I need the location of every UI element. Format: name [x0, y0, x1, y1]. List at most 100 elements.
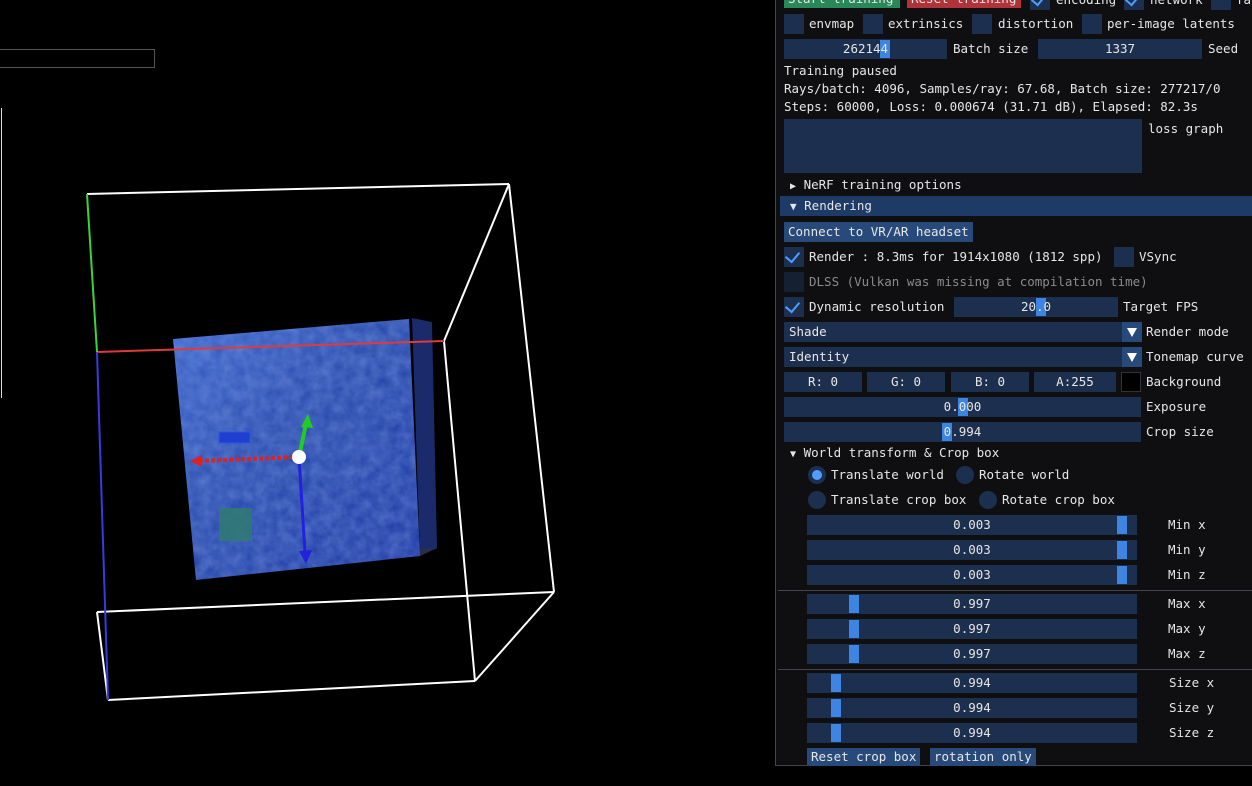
max-x-label: Max x: [1168, 596, 1206, 611]
batch-size-input[interactable]: 262144: [784, 39, 947, 59]
training-status: Training paused: [784, 63, 897, 78]
tonemap-dropdown-icon[interactable]: [1122, 347, 1142, 367]
settings-panel: Start training Reset training encoding n…: [775, 0, 1252, 766]
rotate-world-label: Rotate world: [979, 467, 1070, 482]
batch-size-label: Batch size: [953, 41, 1029, 56]
render-checkbox[interactable]: [784, 247, 804, 267]
per-image-latents-label: per-image latents: [1107, 16, 1235, 31]
reset-training-button[interactable]: Reset training: [907, 0, 1021, 8]
render-mode-combo[interactable]: Shade: [784, 322, 1122, 342]
network-checkbox[interactable]: [1124, 0, 1144, 10]
envmap-checkbox[interactable]: [784, 14, 804, 34]
render-info: Render : 8.3ms for 1914x1080 (1812 spp): [809, 249, 1103, 264]
target-fps-input[interactable]: 20.0: [954, 297, 1118, 317]
translate-crop-box-radio[interactable]: [808, 491, 826, 509]
background-r-input[interactable]: R: 0: [784, 372, 862, 392]
size-y-label: Size y: [1169, 700, 1215, 715]
render-mode-label: Render mode: [1146, 324, 1229, 339]
min-y-slider[interactable]: 0.003: [807, 540, 1137, 560]
background-g-input[interactable]: G: 0: [867, 372, 945, 392]
max-z-slider[interactable]: 0.997: [807, 644, 1137, 664]
batch-stats: Rays/batch: 4096, Samples/ray: 67.68, Ba…: [784, 81, 1221, 96]
min-x-label: Min x: [1168, 517, 1206, 532]
max-y-slider[interactable]: 0.997: [807, 619, 1137, 639]
network-label: network: [1150, 0, 1203, 8]
exposure-input[interactable]: 0.000: [784, 397, 1141, 417]
background-a-input[interactable]: A:255: [1034, 372, 1116, 392]
z-axis-line: [96, 351, 109, 701]
slider-grab[interactable]: [1117, 516, 1127, 534]
reset-crop-box-button[interactable]: Reset crop box: [807, 748, 921, 766]
tonemap-label: Tonemap curve: [1146, 349, 1244, 364]
dynamic-resolution-checkbox[interactable]: [784, 297, 804, 317]
max-z-label: Max z: [1168, 646, 1206, 661]
seed-input[interactable]: 1337: [1038, 39, 1202, 59]
slider-grab[interactable]: [831, 724, 841, 742]
distortion-label: distortion: [998, 16, 1074, 31]
rotate-crop-box-radio[interactable]: [979, 491, 997, 509]
scene-svg: [86, 183, 555, 701]
background-color-swatch[interactable]: [1121, 372, 1141, 392]
envmap-label: envmap: [809, 16, 855, 31]
size-x-label: Size x: [1169, 675, 1215, 690]
background-label: Background: [1146, 374, 1222, 389]
extrinsics-label: extrinsics: [888, 16, 964, 31]
vsync-checkbox[interactable]: [1114, 247, 1134, 267]
rendering-header[interactable]: ▼ Rendering: [780, 196, 1252, 216]
size-z-slider[interactable]: 0.994: [807, 723, 1137, 743]
vsync-label: VSync: [1139, 249, 1177, 264]
exposure-label: Exposure: [1146, 399, 1207, 414]
min-y-label: Min y: [1168, 542, 1206, 557]
encoding-label: encoding: [1056, 0, 1116, 8]
size-z-label: Size z: [1169, 725, 1215, 740]
target-fps-label: Target FPS: [1123, 299, 1199, 314]
slider-grab[interactable]: [849, 595, 859, 613]
slider-grab[interactable]: [831, 699, 841, 717]
render-mode-dropdown-icon[interactable]: [1122, 322, 1142, 342]
slider-grab[interactable]: [831, 674, 841, 692]
truncated-label: fa: [1236, 0, 1251, 8]
nerf-training-options-header[interactable]: ▶ NeRF training options: [790, 177, 962, 195]
min-z-label: Min z: [1168, 567, 1206, 582]
collapsed-arrow-icon: ▶: [790, 181, 797, 192]
truncated-checkbox[interactable]: [1211, 0, 1231, 10]
loss-graph: [784, 119, 1142, 173]
expanded-arrow-icon: ▼: [790, 449, 797, 460]
start-training-button[interactable]: Start training: [784, 0, 900, 8]
crop-size-input[interactable]: 0.994: [784, 422, 1141, 442]
expanded-arrow-icon: ▼: [790, 200, 797, 213]
per-image-latents-checkbox[interactable]: [1082, 14, 1102, 34]
slider-grab[interactable]: [849, 620, 859, 638]
slider-grab[interactable]: [1117, 541, 1127, 559]
encoding-checkbox[interactable]: [1030, 0, 1050, 10]
training-stats: Steps: 60000, Loss: 0.000674 (31.71 dB),…: [784, 99, 1198, 114]
render-viewport[interactable]: [0, 0, 775, 786]
crop-size-label: Crop size: [1146, 424, 1214, 439]
connect-vr-button[interactable]: Connect to VR/AR headset: [784, 222, 973, 242]
size-x-slider[interactable]: 0.994: [807, 673, 1137, 693]
min-z-slider[interactable]: 0.003: [807, 565, 1137, 585]
extrinsics-checkbox[interactable]: [863, 14, 883, 34]
dlss-label: DLSS (Vulkan was missing at compilation …: [809, 274, 1148, 289]
rotation-only-button[interactable]: rotation only: [930, 748, 1036, 766]
separator: [778, 590, 1252, 591]
distortion-checkbox[interactable]: [972, 14, 992, 34]
max-x-slider[interactable]: 0.997: [807, 594, 1137, 614]
dlss-checkbox: [784, 272, 804, 292]
world-transform-header[interactable]: ▼ World transform & Crop box: [790, 445, 999, 463]
translate-world-radio[interactable]: [808, 466, 826, 484]
slider-grab[interactable]: [1117, 566, 1127, 584]
background-b-input[interactable]: B: 0: [951, 372, 1029, 392]
separator: [778, 669, 1252, 670]
slider-grab[interactable]: [849, 645, 859, 663]
seed-label: Seed: [1208, 41, 1239, 56]
min-x-slider[interactable]: 0.003: [807, 515, 1137, 535]
translate-crop-box-label: Translate crop box: [831, 492, 967, 507]
rotate-crop-box-label: Rotate crop box: [1002, 492, 1115, 507]
dynamic-resolution-label: Dynamic resolution: [809, 299, 945, 314]
rotate-world-radio[interactable]: [956, 466, 974, 484]
tonemap-combo[interactable]: Identity: [784, 347, 1122, 367]
translate-world-label: Translate world: [831, 467, 944, 482]
max-y-label: Max y: [1168, 621, 1206, 636]
size-y-slider[interactable]: 0.994: [807, 698, 1137, 718]
